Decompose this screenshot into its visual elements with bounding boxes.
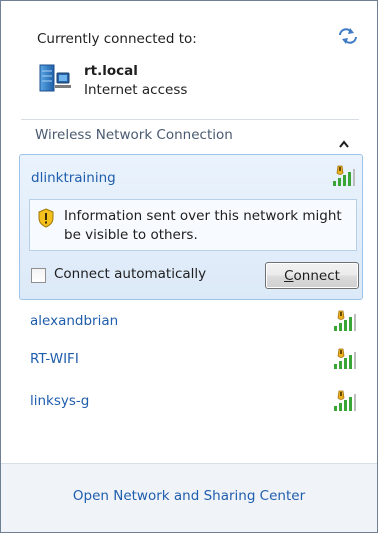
wifi-signal-unsecured-icon xyxy=(331,389,357,413)
divider xyxy=(21,119,359,120)
refresh-arrows-icon[interactable] xyxy=(337,27,359,45)
wifi-signal-unsecured-icon xyxy=(331,309,357,333)
wireless-section-header[interactable]: Wireless Network Connection xyxy=(21,122,359,150)
network-name: alexandbrian xyxy=(30,313,119,329)
network-name-dlinktraining[interactable]: dlinktraining xyxy=(31,170,116,186)
security-warning-box: Information sent over this network might… xyxy=(29,199,357,251)
expanded-network-item[interactable]: dlinktraining Information sent over this… xyxy=(19,154,363,300)
currently-connected-heading: Currently connected to: xyxy=(37,31,197,47)
security-warning-text: Information sent over this network might… xyxy=(64,208,342,243)
network-name: RT-WIFI xyxy=(30,351,79,367)
chevron-up-icon[interactable] xyxy=(339,133,349,148)
connected-network-name: rt.local xyxy=(84,63,138,79)
connect-label-rest: onnect xyxy=(293,267,340,284)
connect-accesskey: C xyxy=(284,267,294,284)
network-item-linksys-g[interactable]: linksys-g xyxy=(21,387,359,417)
network-item-alexandbrian[interactable]: alexandbrian xyxy=(21,307,359,337)
connect-automatically-checkbox[interactable] xyxy=(31,268,46,283)
network-name: linksys-g xyxy=(30,393,90,409)
wifi-signal-unsecured-icon xyxy=(331,347,357,371)
network-item-rt-wifi[interactable]: RT-WIFI xyxy=(21,345,359,375)
wifi-flyout-panel: Currently connected to: rt.local Interne… xyxy=(0,0,378,533)
connect-automatically-label[interactable]: Connect automatically xyxy=(54,266,206,282)
open-network-sharing-center-link[interactable]: Open Network and Sharing Center xyxy=(1,488,377,504)
network-computer-icon xyxy=(38,63,72,93)
section-title: Wireless Network Connection xyxy=(35,127,233,143)
connected-network-status: Internet access xyxy=(84,82,188,98)
wifi-signal-unsecured-icon xyxy=(330,164,356,188)
connect-button[interactable]: Connect xyxy=(265,262,359,289)
security-shield-warning-icon xyxy=(37,208,55,228)
flyout-footer: Open Network and Sharing Center xyxy=(1,463,377,532)
